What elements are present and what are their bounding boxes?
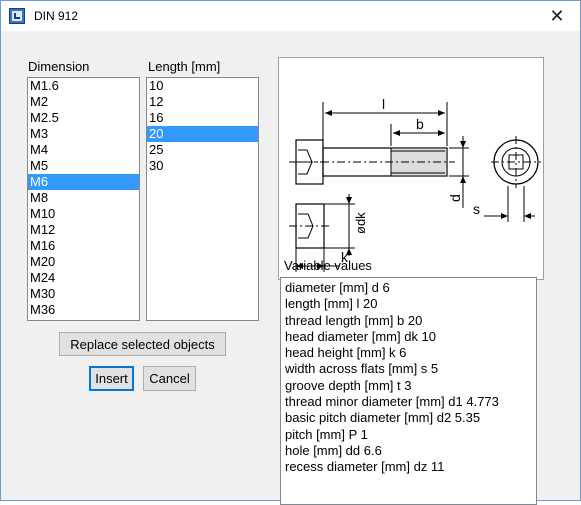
- b-text: b: [416, 116, 424, 132]
- drawing-svg: l b d s ødk k: [289, 96, 541, 272]
- dimension-list-item[interactable]: M4: [28, 142, 139, 158]
- variable-line: head diameter [mm] dk 10: [285, 328, 437, 344]
- variable-line: basic pitch diameter [mm] d2 5.35: [285, 410, 481, 426]
- dimension-list-item[interactable]: M6: [28, 174, 139, 190]
- s-arrows: [501, 213, 531, 219]
- dimension-list-item[interactable]: M24: [28, 270, 139, 286]
- dimension-list-item[interactable]: M1.6: [28, 78, 139, 94]
- length-label: Length [mm]: [148, 59, 221, 74]
- length-list-item[interactable]: 30: [147, 158, 258, 174]
- variable-line: recess diameter [mm] dz 11: [285, 459, 445, 475]
- dimension-list-item[interactable]: M8: [28, 190, 139, 206]
- variable-line: groove depth [mm] t 3: [285, 377, 412, 393]
- variable-line: head height [mm] k 6: [285, 345, 407, 361]
- dimension-list-item[interactable]: M20: [28, 254, 139, 270]
- length-list-item[interactable]: 25: [147, 142, 258, 158]
- dimension-list-item[interactable]: M12: [28, 222, 139, 238]
- variable-line: thread length [mm] b 20: [285, 312, 423, 328]
- variable-line: thread minor diameter [mm] d1 4.773: [285, 394, 499, 410]
- dimension-listbox[interactable]: M1.6 M2 M2.5 M3 M4 M5 M6 M8 M10 M12 M16 M20 M24 M30 M3…: [27, 77, 140, 321]
- length-listbox[interactable]: 10 12 16 20 25 30: [146, 77, 259, 321]
- dimension-list-item[interactable]: M5: [28, 158, 139, 174]
- head-circle: [493, 139, 539, 185]
- dimension-list-item[interactable]: M16: [28, 238, 139, 254]
- dimension-list-item[interactable]: M10: [28, 206, 139, 222]
- d-text: d: [447, 194, 463, 202]
- dimension-list-item[interactable]: M30: [28, 286, 139, 302]
- title-bar[interactable]: DIN 912 ✕: [1, 1, 580, 31]
- dimension-list-item[interactable]: M3: [28, 126, 139, 142]
- close-button[interactable]: ✕: [534, 1, 580, 31]
- dk-text: ødk: [353, 212, 368, 234]
- insert-button[interactable]: Insert: [89, 366, 134, 391]
- variable-line: diameter [mm] d 6: [285, 280, 390, 295]
- variable-line: pitch [mm] P 1: [285, 426, 368, 442]
- s-text: s: [473, 201, 480, 217]
- dimension-list-item[interactable]: M2.5: [28, 110, 139, 126]
- replace-selected-objects-button[interactable]: Replace selected objects: [59, 332, 226, 356]
- length-list-item[interactable]: 10: [147, 78, 258, 94]
- dimension-list-item[interactable]: M36: [28, 302, 139, 318]
- dialog-body: Dimension M1.6 M2 M2.5 M3 M4 M5 M6 M8 M10 M12 M16 M…: [1, 31, 580, 505]
- dimension-label: Dimension: [28, 59, 90, 74]
- dimension-list-item[interactable]: M2: [28, 94, 139, 110]
- app-icon: [9, 8, 25, 24]
- l-text: l: [382, 96, 385, 112]
- dialog-window: DIN 912 ✕ Dimension M1.6 M2 M2.5 M3 M4 M5 M6 M8…: [0, 0, 581, 505]
- length-list-item[interactable]: 12: [147, 94, 258, 110]
- variable-line: width across flats [mm] s 5: [285, 361, 439, 377]
- screw-technical-drawing: l b d s ødk k: [278, 57, 544, 280]
- cancel-button[interactable]: Cancel: [143, 366, 196, 391]
- variable-values-box[interactable]: diameter [mm] d 6 length [mm] l 20 thread …: [280, 277, 537, 505]
- length-list-item[interactable]: 16: [147, 110, 258, 126]
- length-list-item[interactable]: 20: [147, 126, 258, 142]
- variable-values-label: Variable values: [284, 258, 372, 273]
- variable-line: length [mm] l 20: [285, 296, 378, 312]
- variable-line: hole [mm] dd 6.6: [285, 442, 382, 458]
- window-title: DIN 912: [34, 9, 79, 23]
